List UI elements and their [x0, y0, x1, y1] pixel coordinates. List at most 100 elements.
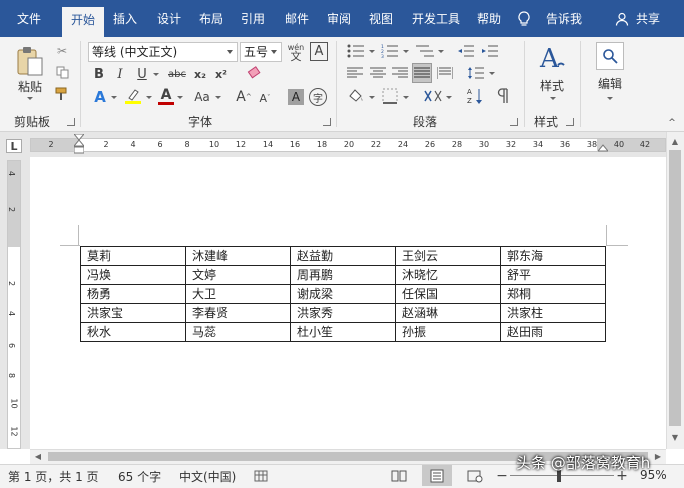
tab-view[interactable]: 视图 — [362, 8, 400, 30]
language-indicator[interactable]: 中文(中国) — [179, 468, 236, 485]
format-painter-icon[interactable] — [54, 86, 70, 102]
table-cell[interactable]: 文婷 — [185, 265, 291, 285]
table-cell[interactable]: 洪家柱 — [500, 303, 606, 323]
table-cell[interactable]: 周再鹏 — [290, 265, 396, 285]
numbering-icon[interactable]: 123 — [380, 42, 400, 60]
superscript-button[interactable]: x² — [213, 66, 229, 82]
line-spacing-icon[interactable] — [466, 65, 486, 81]
vertical-ruler[interactable]: 4 2 2 4 6 8 10 12 — [7, 160, 21, 449]
numbering-dropdown-icon[interactable] — [403, 50, 409, 53]
editing-dropdown-icon[interactable] — [607, 97, 613, 100]
tab-mailings[interactable]: 邮件 — [278, 8, 316, 30]
table-cell[interactable]: 赵益勤 — [290, 246, 396, 266]
table-cell[interactable]: 莫莉 — [80, 246, 186, 266]
change-case-dropdown-icon[interactable] — [215, 96, 221, 99]
table-cell[interactable]: 洪家宝 — [80, 303, 186, 323]
align-left-icon[interactable] — [346, 65, 364, 81]
underline-dropdown-icon[interactable] — [153, 73, 159, 76]
table-cell[interactable]: 孙振 — [395, 322, 501, 342]
tab-selector[interactable]: L — [6, 139, 22, 153]
highlight-icon[interactable] — [123, 86, 143, 106]
font-size-dropdown[interactable]: 五号 — [240, 42, 282, 62]
text-effects-dropdown-icon[interactable] — [111, 96, 117, 99]
collapse-ribbon-icon[interactable]: ^ — [666, 118, 678, 128]
table-cell[interactable]: 王剑云 — [395, 246, 501, 266]
table-cell[interactable]: 秋水 — [80, 322, 186, 342]
bullets-icon[interactable] — [346, 42, 366, 60]
shrink-font-button[interactable]: Aˇ — [257, 90, 273, 106]
borders-dropdown-icon[interactable] — [403, 96, 409, 99]
vertical-scroll-thumb[interactable] — [669, 150, 681, 426]
subscript-button[interactable]: x₂ — [192, 66, 208, 82]
styles-dropdown-icon[interactable] — [550, 97, 556, 100]
tab-insert[interactable]: 插入 — [106, 8, 144, 30]
grow-font-button[interactable]: A ^ — [235, 88, 253, 106]
font-color-icon[interactable]: A — [157, 86, 175, 106]
share-button[interactable]: 共享 — [632, 8, 664, 30]
decrease-indent-icon[interactable] — [456, 42, 476, 60]
scroll-left-icon[interactable]: ◀ — [32, 451, 44, 462]
text-effects-button[interactable]: A — [91, 88, 109, 106]
table-cell[interactable]: 沐建峰 — [185, 246, 291, 266]
document-table[interactable]: 莫莉 沐建峰 赵益勤 王剑云 郭东海 冯焕 文婷 周再鹏 沐晓忆 舒平 杨勇 大… — [80, 246, 606, 342]
tab-file[interactable]: 文件 — [10, 8, 48, 30]
shading-dropdown-icon[interactable] — [369, 96, 375, 99]
chinese-layout-icon[interactable] — [422, 87, 444, 105]
table-cell[interactable]: 谢成梁 — [290, 284, 396, 304]
editing-button[interactable]: 编辑 — [590, 75, 630, 91]
styles-icon[interactable]: A — [536, 42, 570, 76]
distributed-icon[interactable] — [436, 65, 454, 81]
phonetic-guide-icon[interactable]: wén 文 — [287, 41, 305, 63]
web-layout-icon[interactable] — [466, 467, 484, 484]
paragraph-launcher-icon[interactable] — [510, 118, 518, 126]
tab-help[interactable]: 帮助 — [470, 8, 508, 30]
tab-design[interactable]: 设计 — [150, 8, 188, 30]
scroll-down-icon[interactable]: ▼ — [668, 431, 682, 443]
multilevel-dropdown-icon[interactable] — [438, 50, 444, 53]
table-cell[interactable]: 冯焕 — [80, 265, 186, 285]
scroll-right-icon[interactable]: ▶ — [652, 451, 664, 462]
paste-icon[interactable] — [14, 44, 46, 78]
font-color-dropdown-icon[interactable] — [177, 96, 183, 99]
underline-button[interactable]: U — [134, 66, 150, 82]
table-cell[interactable]: 洪家秀 — [290, 303, 396, 323]
page-count[interactable]: 第 1 页，共 1 页 — [8, 468, 99, 485]
table-cell[interactable]: 大卫 — [185, 284, 291, 304]
tab-review[interactable]: 审阅 — [320, 8, 358, 30]
tab-home[interactable]: 开始 — [62, 7, 104, 37]
font-launcher-icon[interactable] — [323, 118, 331, 126]
table-cell[interactable]: 郑桐 — [500, 284, 606, 304]
tab-references[interactable]: 引用 — [234, 8, 272, 30]
shading-icon[interactable] — [346, 87, 366, 105]
read-mode-icon[interactable] — [390, 467, 408, 484]
table-cell[interactable]: 任保国 — [395, 284, 501, 304]
table-cell[interactable]: 赵田雨 — [500, 322, 606, 342]
right-indent-marker[interactable] — [596, 142, 610, 152]
bold-button[interactable]: B — [91, 66, 107, 82]
indent-marker[interactable] — [72, 133, 86, 158]
tell-me-search[interactable]: 告诉我 — [542, 8, 586, 30]
search-icon[interactable] — [596, 42, 624, 70]
styles-button[interactable]: 样式 — [530, 77, 574, 93]
align-right-icon[interactable] — [391, 65, 409, 81]
copy-icon[interactable] — [54, 64, 70, 80]
table-cell[interactable]: 李春贤 — [185, 303, 291, 323]
zoom-slider[interactable] — [510, 475, 614, 476]
strikethrough-button[interactable]: abc — [166, 66, 188, 82]
horizontal-ruler[interactable]: 2 2 4 6 8 10 12 14 16 18 20 22 24 26 28 … — [30, 138, 666, 152]
align-center-icon[interactable] — [369, 65, 387, 81]
table-cell[interactable]: 沐晓忆 — [395, 265, 501, 285]
tab-layout[interactable]: 布局 — [192, 8, 230, 30]
justify-icon[interactable] — [412, 63, 432, 83]
character-shading-button[interactable]: A — [288, 89, 304, 105]
paste-dropdown-icon[interactable] — [27, 97, 33, 100]
clear-formatting-icon[interactable] — [246, 64, 262, 82]
chinese-layout-dropdown-icon[interactable] — [446, 96, 452, 99]
scroll-up-icon[interactable]: ▲ — [668, 135, 682, 147]
table-cell[interactable]: 赵涵琳 — [395, 303, 501, 323]
enclose-characters-button[interactable]: 字 — [309, 88, 327, 106]
paste-button[interactable]: 粘贴 — [14, 78, 46, 94]
line-spacing-dropdown-icon[interactable] — [489, 72, 495, 75]
zoom-out-button[interactable]: − — [496, 467, 508, 484]
highlight-dropdown-icon[interactable] — [146, 96, 152, 99]
